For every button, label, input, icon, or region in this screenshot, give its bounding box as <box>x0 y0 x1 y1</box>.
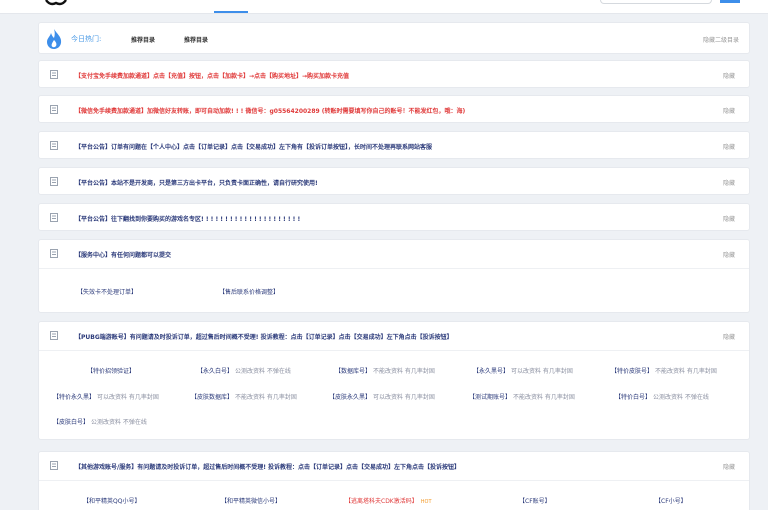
notice-title[interactable]: 【支付宝免手续费加款通道】点击【充值】按钮，点击【加款卡】→点击【购买地址】→购… <box>75 71 349 80</box>
notice-title[interactable]: 【微信免手续费加款通道】加微信好友转账，即可自动加款! ! ! 微信号：g055… <box>75 106 465 115</box>
other-games-card: 【其他游戏账号/服务】有问题请及时投诉订单，超过售后时间概不受理! 投诉教程：点… <box>38 451 750 510</box>
active-nav-indicator[interactable] <box>214 11 248 13</box>
service-title[interactable]: 【服务中心】有任何问题都可以提交 <box>75 250 171 259</box>
notice-card: 【支付宝免手续费加款通道】点击【充值】按钮，点击【加款卡】→点击【购买地址】→购… <box>38 60 750 88</box>
document-icon <box>50 331 58 340</box>
category-link[interactable]: 【售后联系价格调整】 <box>219 287 279 296</box>
hot-label: 今日热门: <box>71 35 102 43</box>
hide-button[interactable]: 隐藏 <box>723 214 735 223</box>
notice-card: 【平台公告】本站不是开发商，只是第三方出卡平台，只负责卡面正确性，请自行研究使用… <box>38 167 750 195</box>
pubg-title[interactable]: 【PUBG端游账号】有问题请及时投诉订单，超过售后时间概不受理! 投诉教程：点击… <box>75 332 453 341</box>
site-logo[interactable] <box>44 0 68 6</box>
notice-card: 【平台公告】订单有问题在【个人中心】点击【订单记录】点击【交易成功】左下角有【投… <box>38 131 750 159</box>
document-icon <box>50 105 58 114</box>
product-link[interactable]: 【永久黑号】 可以改资料 有几率封固 <box>473 366 573 375</box>
hide-button[interactable]: 隐藏 <box>723 142 735 151</box>
product-link[interactable]: 【逃离塔科夫CDK激活码】 HOT <box>345 496 432 505</box>
product-link[interactable]: 【皮肤数据库】 不能改资料 有几率封固 <box>191 392 297 401</box>
notice-title[interactable]: 【平台公告】往下翻找到你要购买的游戏名专区! ! ! ! ! ! ! ! ! !… <box>75 214 300 223</box>
product-link[interactable]: 【测试期账号】 不能改资料 有几率封固 <box>469 392 575 401</box>
pubg-category-card: 【PUBG端游账号】有问题请及时投诉订单，超过售后时间概不受理! 投诉教程：点击… <box>38 321 750 440</box>
hide-button[interactable]: 隐藏 <box>723 462 735 471</box>
divider <box>39 268 749 269</box>
document-icon <box>50 249 58 258</box>
other-title[interactable]: 【其他游戏账号/服务】有问题请及时投诉订单，超过售后时间概不受理! 投诉教程：点… <box>75 462 460 471</box>
notice-card: 【平台公告】往下翻找到你要购买的游戏名专区! ! ! ! ! ! ! ! ! !… <box>38 203 750 231</box>
hide-button[interactable]: 隐藏 <box>723 71 735 80</box>
hide-subdirectory-link[interactable]: 隐藏二级目录 <box>703 35 739 44</box>
divider <box>39 350 749 351</box>
product-link[interactable]: 【CF小号】 <box>655 496 687 505</box>
fire-icon <box>47 29 62 49</box>
notice-title[interactable]: 【平台公告】订单有问题在【个人中心】点击【订单记录】点击【交易成功】左下角有【投… <box>75 142 432 151</box>
hot-bar: 今日热门: 推荐目录 推荐目录 隐藏二级目录 <box>38 22 750 54</box>
product-link[interactable]: 【特价永久黑】 可以改资料 有几率封固 <box>53 392 159 401</box>
hide-button[interactable]: 隐藏 <box>723 250 735 259</box>
product-link[interactable]: 【永久白号】 公测改资料 不弹在线 <box>197 366 291 375</box>
product-link[interactable]: 【数据库号】 不能改资料 有几率封固 <box>335 366 435 375</box>
hide-button[interactable]: 隐藏 <box>723 332 735 341</box>
notice-card: 【微信免手续费加款通道】加微信好友转账，即可自动加款! ! ! 微信号：g055… <box>38 95 750 123</box>
product-link[interactable]: 【和平精英QQ小号】 <box>83 496 140 505</box>
hot-link[interactable]: 推荐目录 <box>131 35 155 44</box>
divider <box>39 480 749 481</box>
document-icon <box>50 141 58 150</box>
category-link[interactable]: 【失效卡不处理订单】 <box>77 287 137 296</box>
document-icon <box>50 70 58 79</box>
product-link[interactable]: 【特价白号】 公测改资料 不弹在线 <box>615 392 709 401</box>
product-link[interactable]: 【特价皮肤号】 不能改资料 有几率封固 <box>611 366 717 375</box>
document-icon <box>50 177 58 186</box>
notice-title[interactable]: 【平台公告】本站不是开发商，只是第三方出卡平台，只负责卡面正确性，请自行研究使用… <box>75 178 318 187</box>
hide-button[interactable]: 隐藏 <box>723 106 735 115</box>
top-header <box>0 0 768 14</box>
document-icon <box>50 461 58 470</box>
search-input[interactable] <box>600 0 712 4</box>
product-link[interactable]: 【皮肤白号】 公测改资料 不弹在线 <box>53 417 147 426</box>
service-center-card: 【服务中心】有任何问题都可以提交 隐藏 【失效卡不处理订单】 【售后联系价格调整… <box>38 239 750 313</box>
product-link[interactable]: 【和平精英微信小号】 <box>221 496 281 505</box>
document-icon <box>50 213 58 222</box>
product-link[interactable]: 【特价招领验证】 <box>87 366 135 375</box>
product-link[interactable]: 【皮肤永久黑】 可以改资料 有几率封固 <box>329 392 435 401</box>
search-button[interactable] <box>720 0 740 3</box>
hide-button[interactable]: 隐藏 <box>723 178 735 187</box>
hot-link[interactable]: 推荐目录 <box>184 35 208 44</box>
product-link[interactable]: 【CF账号】 <box>519 496 551 505</box>
hot-badge: HOT <box>420 499 432 505</box>
